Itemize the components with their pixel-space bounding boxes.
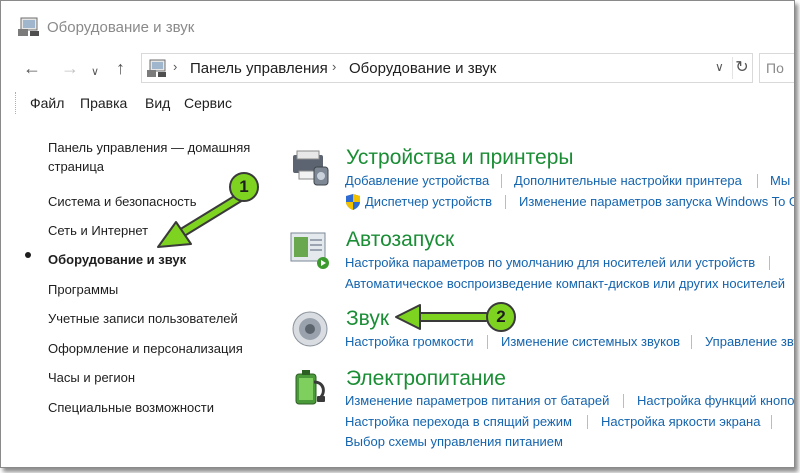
power-title[interactable]: Электропитание (346, 367, 506, 391)
recent-locations-chevron-icon[interactable]: ∨ (91, 62, 99, 82)
menu-file[interactable]: Файл (30, 95, 64, 111)
link-separator (505, 195, 506, 209)
sound-title[interactable]: Звук (346, 307, 389, 331)
annotation-badge-1: 1 (229, 172, 259, 202)
link-separator (587, 415, 588, 429)
battery-icon[interactable] (290, 366, 330, 406)
sidebar-item-network[interactable]: Сеть и Интернет (48, 221, 148, 240)
breadcrumb-control-panel[interactable]: Панель управления (190, 60, 328, 77)
sidebar-item-hardware-sound: Оборудование и звук (48, 252, 187, 267)
system-sounds-link[interactable]: Изменение системных звуков (501, 334, 680, 349)
breadcrumb-chevron-icon[interactable]: › (173, 59, 177, 74)
sidebar-item-home[interactable]: Панель управления — домашняя страница (48, 138, 258, 176)
autoplay-title[interactable]: Автозапуск (346, 228, 454, 252)
sidebar-item-security[interactable]: Система и безопасность (48, 192, 197, 211)
menu-view[interactable]: Вид (145, 95, 170, 111)
sidebar-item-accessibility[interactable]: Специальные возможности (48, 398, 214, 417)
link-separator (487, 335, 488, 349)
breadcrumb-hardware-sound[interactable]: Оборудование и звук (349, 60, 496, 77)
mouse-link[interactable]: Мы (770, 173, 790, 188)
back-arrow-icon[interactable]: ← (23, 58, 41, 78)
menu-grip (15, 92, 16, 114)
sidebar-item-clock-region[interactable]: Часы и регион (48, 368, 135, 387)
navigation-bar: ← → ∨ ↑ › Панель управления › Оборудован… (1, 49, 794, 87)
volume-settings-link[interactable]: Настройка громкости (345, 334, 474, 349)
link-separator (501, 174, 502, 188)
annotation-badge-2: 2 (486, 302, 516, 332)
search-input[interactable]: По (759, 53, 794, 83)
search-placeholder: По (766, 60, 784, 76)
chevron-down-icon[interactable]: ∨ (715, 60, 724, 74)
windows-to-go-link[interactable]: Изменение параметров запуска Windows To … (519, 194, 794, 209)
sound-devices-link[interactable]: Управление звук (705, 334, 794, 349)
power-plan-link[interactable]: Выбор схемы управления питанием (345, 434, 563, 449)
title-bar: Оборудование и звук (1, 1, 794, 45)
breadcrumb-chevron-icon[interactable]: › (332, 59, 336, 74)
autoplay-cd-link[interactable]: Автоматическое воспроизведение компакт-д… (345, 276, 785, 291)
menu-edit[interactable]: Правка (80, 95, 127, 111)
forward-arrow-icon[interactable]: → (61, 58, 79, 78)
uac-shield-icon (346, 194, 360, 210)
add-device-link[interactable]: Добавление устройства (345, 173, 489, 188)
control-panel-icon (147, 59, 166, 77)
link-separator (757, 174, 758, 188)
link-separator (691, 335, 692, 349)
control-panel-icon (18, 17, 39, 36)
printer-settings-link[interactable]: Дополнительные настройки принтера (514, 173, 742, 188)
speaker-icon[interactable] (290, 309, 330, 349)
screen-brightness-link[interactable]: Настройка яркости экрана (601, 414, 760, 429)
autoplay-defaults-link[interactable]: Настройка параметров по умолчанию для но… (345, 255, 755, 270)
refresh-icon[interactable]: ↻ (732, 57, 751, 79)
link-separator (623, 394, 624, 408)
sleep-mode-link[interactable]: Настройка перехода в спящий режим (345, 414, 572, 429)
explorer-window: Оборудование и звук ← → ∨ ↑ › Панель упр… (0, 0, 795, 468)
sidebar-item-programs[interactable]: Программы (48, 280, 118, 299)
battery-power-link[interactable]: Изменение параметров питания от батарей (345, 393, 609, 408)
power-buttons-link[interactable]: Настройка функций кнопок (637, 393, 794, 408)
autoplay-icon[interactable] (290, 230, 330, 270)
sidebar-item-appearance[interactable]: Оформление и персонализация (48, 339, 243, 358)
sidebar-item-accounts[interactable]: Учетные записи пользователей (48, 309, 238, 328)
current-item-bullet (25, 252, 31, 258)
devices-printers-title[interactable]: Устройства и принтеры (346, 146, 573, 170)
device-manager-link[interactable]: Диспетчер устройств (365, 194, 492, 209)
link-separator (769, 256, 770, 270)
menu-tools[interactable]: Сервис (184, 95, 232, 111)
address-bar[interactable]: › Панель управления › Оборудование и зву… (141, 53, 753, 83)
window-title: Оборудование и звук (47, 19, 195, 36)
printer-icon[interactable] (290, 149, 330, 189)
up-arrow-icon[interactable]: ↑ (116, 58, 125, 78)
link-separator (771, 415, 772, 429)
menu-bar: Файл Правка Вид Сервис (1, 89, 794, 117)
